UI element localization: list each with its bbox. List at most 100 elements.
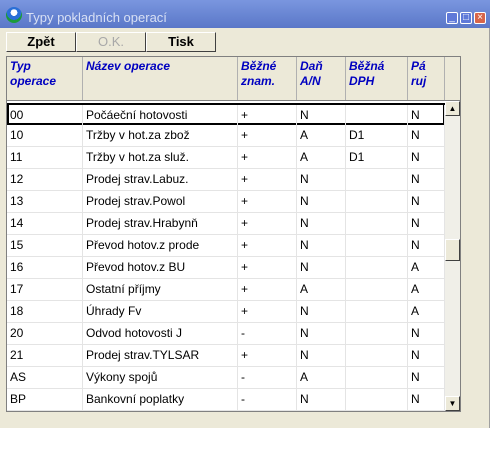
cell-col-sign[interactable]: + <box>238 345 297 366</box>
cell-col-pair[interactable]: A <box>408 279 445 300</box>
cell-col-sign[interactable]: + <box>238 279 297 300</box>
table-row[interactable]: 00 Počáeční hotovosti + N N <box>7 103 445 126</box>
cell-col-tax[interactable]: A <box>297 367 346 388</box>
cell-col-operation-name[interactable]: Počáeční hotovosti <box>83 105 238 126</box>
cell-col-pair[interactable]: A <box>408 301 445 322</box>
cell-col-pair[interactable]: A <box>408 257 445 278</box>
header-col-operation-name[interactable]: Název operace <box>83 57 238 100</box>
table-row[interactable]: AS Výkony spojů - A N <box>7 367 445 389</box>
cell-col-vat[interactable] <box>346 323 408 344</box>
cell-col-operation-type[interactable]: 13 <box>7 191 83 212</box>
cell-col-sign[interactable]: + <box>238 125 297 146</box>
cell-col-sign[interactable]: + <box>238 257 297 278</box>
cell-col-vat[interactable] <box>346 213 408 234</box>
scroll-thumb[interactable] <box>445 239 460 261</box>
table-row[interactable]: 20 Odvod hotovosti J-NN <box>7 323 445 345</box>
cell-col-operation-type[interactable]: 10 <box>7 125 83 146</box>
cell-col-pair[interactable]: N <box>408 323 445 344</box>
cell-col-vat[interactable]: D1 <box>346 125 408 146</box>
cell-col-pair[interactable]: N <box>408 367 445 388</box>
table-row[interactable]: 17 Ostatní příjmy + A A <box>7 279 445 301</box>
table-row[interactable]: 15 Převod hotov.z prode + N N <box>7 235 445 257</box>
cell-col-vat[interactable] <box>346 279 408 300</box>
cell-col-vat[interactable] <box>346 345 408 366</box>
cell-col-tax[interactable]: A <box>297 125 346 146</box>
cell-col-operation-name[interactable]: Prodej strav.Hrabynň <box>83 213 238 234</box>
cell-col-tax[interactable]: N <box>297 257 346 278</box>
cell-col-vat[interactable] <box>346 301 408 322</box>
cell-col-operation-name[interactable]: Prodej strav.Powol <box>83 191 238 212</box>
cell-col-operation-type[interactable]: 20 <box>7 323 83 344</box>
table-row[interactable]: 10 Tržby v hot.za zbož + A D1 N <box>7 125 445 147</box>
cell-col-sign[interactable]: - <box>238 389 297 410</box>
cell-col-operation-type[interactable]: AS <box>7 367 83 388</box>
cell-col-vat[interactable] <box>346 169 408 190</box>
cell-col-tax[interactable]: N <box>297 389 346 410</box>
cell-col-sign[interactable]: + <box>238 191 297 212</box>
table-row[interactable]: 18 Úhrady Fv + N A <box>7 301 445 323</box>
cell-col-tax[interactable]: N <box>297 301 346 322</box>
ok-button[interactable]: O.K. <box>76 32 146 52</box>
cell-col-pair[interactable]: N <box>408 191 445 212</box>
header-col-tax[interactable]: Daň A/N <box>297 57 346 100</box>
cell-col-sign[interactable]: - <box>238 323 297 344</box>
cell-col-sign[interactable]: + <box>238 235 297 256</box>
header-col-sign[interactable]: Běžné znam. <box>238 57 297 100</box>
cell-col-operation-name[interactable]: Ostatní příjmy <box>83 279 238 300</box>
cell-col-pair[interactable]: N <box>408 169 445 190</box>
cell-col-pair[interactable]: N <box>408 345 445 366</box>
cell-col-vat[interactable] <box>346 191 408 212</box>
cell-col-sign[interactable]: + <box>238 169 297 190</box>
cell-col-operation-name[interactable]: Prodej strav.Labuz. <box>83 169 238 190</box>
cell-col-operation-type[interactable]: 17 <box>7 279 83 300</box>
cell-col-operation-name[interactable]: Prodej strav.TYLSAR <box>83 345 238 366</box>
close-button[interactable]: × <box>474 12 486 24</box>
cell-col-pair[interactable]: N <box>408 105 445 126</box>
title-bar[interactable]: Typy pokladních operací _ □ × <box>0 0 490 28</box>
cell-col-operation-type[interactable]: BP <box>7 389 83 410</box>
table-row[interactable]: 14 Prodej strav.Hrabynň + N N <box>7 213 445 235</box>
cell-col-tax[interactable]: N <box>297 235 346 256</box>
cell-col-operation-type[interactable]: 14 <box>7 213 83 234</box>
cell-col-tax[interactable]: N <box>297 323 346 344</box>
vertical-scrollbar[interactable]: ▲ ▼ <box>445 101 460 411</box>
cell-col-sign[interactable]: + <box>238 147 297 168</box>
table-row[interactable]: 21 Prodej strav.TYLSAR + N N <box>7 345 445 367</box>
cell-col-operation-type[interactable]: 00 <box>7 105 83 126</box>
cell-col-operation-name[interactable]: Tržby v hot.za zbož <box>83 125 238 146</box>
table-row[interactable]: 13 Prodej strav.Powol + N N <box>7 191 445 213</box>
cell-col-tax[interactable]: N <box>297 105 346 126</box>
cell-col-operation-name[interactable]: Výkony spojů <box>83 367 238 388</box>
cell-col-vat[interactable] <box>346 389 408 410</box>
cell-col-operation-type[interactable]: 12 <box>7 169 83 190</box>
cell-col-pair[interactable]: N <box>408 235 445 256</box>
cell-col-pair[interactable]: N <box>408 125 445 146</box>
back-button[interactable]: Zpět <box>6 32 76 52</box>
header-col-vat[interactable]: Běžná DPH <box>346 57 408 100</box>
cell-col-operation-name[interactable]: Odvod hotovosti J <box>83 323 238 344</box>
cell-col-vat[interactable] <box>346 105 408 126</box>
cell-col-tax[interactable]: N <box>297 191 346 212</box>
table-row[interactable]: 12 Prodej strav.Labuz. + N N <box>7 169 445 191</box>
cell-col-sign[interactable]: + <box>238 105 297 126</box>
cell-col-tax[interactable]: A <box>297 147 346 168</box>
cell-col-operation-name[interactable]: Tržby v hot.za služ. <box>83 147 238 168</box>
scroll-down-arrow-icon[interactable]: ▼ <box>445 396 460 411</box>
cell-col-vat[interactable] <box>346 235 408 256</box>
cell-col-tax[interactable]: N <box>297 345 346 366</box>
cell-col-pair[interactable]: N <box>408 147 445 168</box>
cell-col-operation-name[interactable]: Převod hotov.z BU <box>83 257 238 278</box>
header-col-operation-type[interactable]: Typ operace <box>7 57 83 100</box>
cell-col-operation-type[interactable]: 18 <box>7 301 83 322</box>
scroll-up-arrow-icon[interactable]: ▲ <box>445 101 460 116</box>
cell-col-operation-type[interactable]: 21 <box>7 345 83 366</box>
cell-col-operation-type[interactable]: 11 <box>7 147 83 168</box>
cell-col-operation-name[interactable]: Převod hotov.z prode <box>83 235 238 256</box>
table-row[interactable]: 11 Tržby v hot.za služ. + A D1 N <box>7 147 445 169</box>
cell-col-vat[interactable] <box>346 257 408 278</box>
table-row[interactable]: BP Bankovní poplatky - N N <box>7 389 445 411</box>
print-button[interactable]: Tisk <box>146 32 216 52</box>
cell-col-operation-type[interactable]: 15 <box>7 235 83 256</box>
cell-col-tax[interactable]: A <box>297 279 346 300</box>
cell-col-vat[interactable]: D1 <box>346 147 408 168</box>
